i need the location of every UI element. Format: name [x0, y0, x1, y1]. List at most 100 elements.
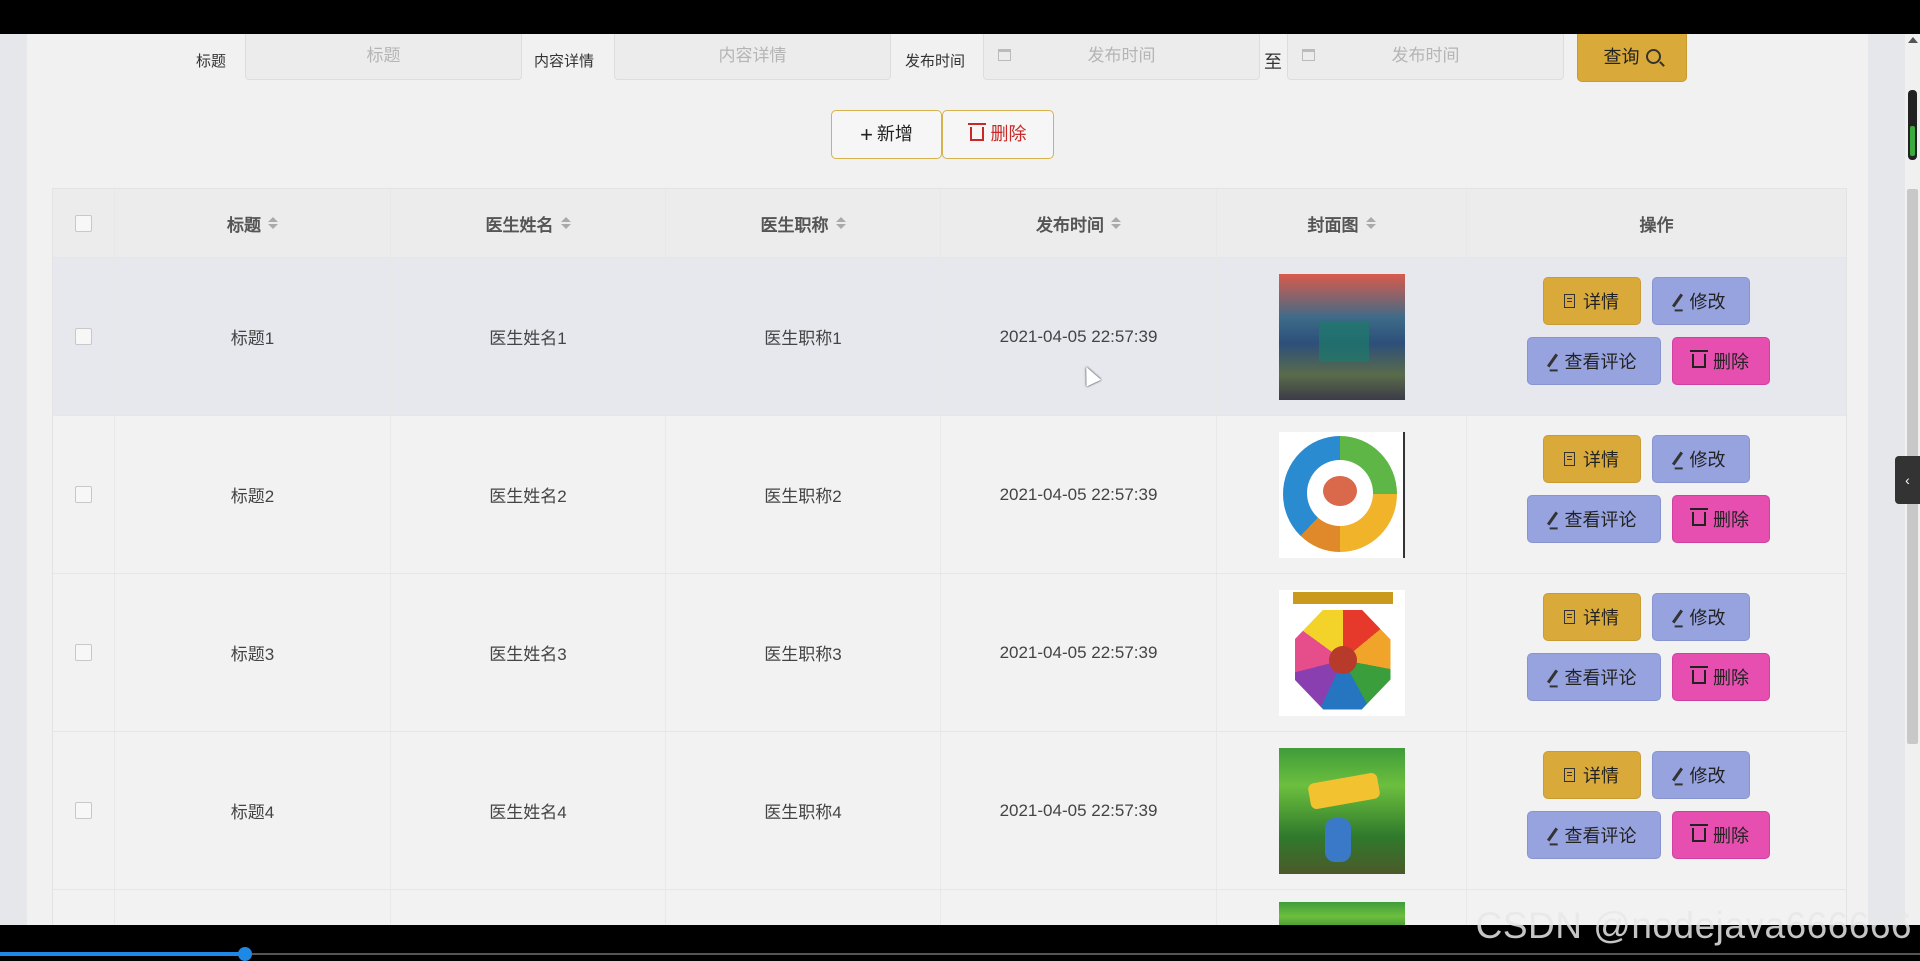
header-doctor-title[interactable]: 医生职称 [666, 189, 941, 257]
add-button[interactable]: + 新增 [831, 110, 942, 159]
header-cover[interactable]: 封面图 [1217, 189, 1467, 257]
sort-icon [268, 217, 278, 229]
cell-title: 标题4 [115, 732, 391, 889]
cover-image[interactable] [1278, 273, 1405, 400]
edit-button[interactable]: 修改 [1651, 592, 1750, 641]
row-select-cell [53, 258, 115, 415]
sort-icon [835, 217, 846, 229]
document-icon [1564, 609, 1575, 624]
header-title-label: 标题 [227, 215, 261, 235]
cell-doctor-title: 医生职称3 [666, 574, 941, 731]
cell-publish-time: 2021-04-05 22:57:39 [941, 574, 1217, 731]
header-select-cell [53, 189, 115, 257]
edit-button[interactable]: 修改 [1651, 750, 1750, 799]
side-collapse-tab[interactable]: ‹ [1895, 456, 1920, 504]
scroll-up-icon[interactable] [1908, 37, 1918, 43]
content-input[interactable]: 内容详情 [614, 34, 891, 80]
progress-bar[interactable] [0, 952, 246, 956]
query-button[interactable]: 查询 [1577, 34, 1687, 82]
header-doctor-name-label: 医生姓名 [485, 215, 554, 235]
edit-button[interactable]: 修改 [1651, 434, 1750, 483]
cover-image[interactable] [1278, 589, 1405, 716]
document-icon [1564, 451, 1575, 466]
cover-image[interactable] [1278, 431, 1405, 558]
range-separator: 至 [1264, 52, 1282, 72]
comments-label: 查看评论 [1564, 825, 1637, 846]
document-icon [1564, 767, 1575, 782]
data-table: 标题 医生姓名 医生职称 发布时间 封面图 操作 标题1 医生姓名1 医生职称1… [52, 188, 1847, 925]
view-comments-button[interactable]: 查看评论 [1526, 810, 1661, 859]
edit-button[interactable]: 修改 [1651, 276, 1750, 325]
delete-label: 删除 [990, 124, 1027, 144]
edit-label: 修改 [1689, 607, 1726, 628]
progress-knob[interactable] [238, 947, 252, 961]
publish-time-end-input[interactable]: 发布时间 [1287, 34, 1564, 80]
watermark: CSDN @nodejava666666 [1475, 905, 1912, 946]
cell-cover [1217, 574, 1467, 731]
detail-button[interactable]: 详情 [1542, 750, 1641, 799]
cell-title: 标题3 [115, 574, 391, 731]
remove-label: 删除 [1713, 509, 1749, 530]
header-actions: 操作 [1467, 189, 1846, 257]
pen-icon [1671, 451, 1683, 466]
pen-icon [1671, 767, 1683, 782]
detail-button[interactable]: 详情 [1542, 592, 1641, 641]
cell-doctor-name: 医生姓名1 [391, 258, 666, 415]
title-input[interactable]: 标题 [245, 34, 522, 80]
row-delete-button[interactable]: 删除 [1671, 494, 1770, 543]
cell-actions: 详情 修改 查看评论 删除 [1467, 258, 1846, 415]
publish-time-start-input[interactable]: 发布时间 [983, 34, 1260, 80]
header-publish-time[interactable]: 发布时间 [941, 189, 1217, 257]
calendar-icon [1302, 49, 1315, 61]
row-checkbox[interactable] [75, 328, 92, 345]
publish-time-end-placeholder: 发布时间 [1391, 46, 1460, 65]
view-comments-button[interactable]: 查看评论 [1526, 336, 1661, 385]
header-actions-label: 操作 [1639, 215, 1674, 235]
detail-label: 详情 [1583, 449, 1619, 470]
pen-icon [1671, 609, 1683, 624]
plus-icon: + [860, 122, 873, 147]
edit-label: 修改 [1689, 765, 1726, 786]
row-checkbox[interactable] [75, 802, 92, 819]
header-publish-time-label: 发布时间 [1036, 215, 1104, 235]
content-panel: 标题 标题 内容详情 内容详情 发布时间 发布时间 至 发布时间 查询 + 新增 … [27, 34, 1868, 925]
cell-doctor-title: 医生职称4 [666, 732, 941, 889]
row-checkbox[interactable] [75, 486, 92, 503]
cell-doctor-title: 医生职称2 [666, 416, 941, 573]
cell-cover [1217, 258, 1467, 415]
row-delete-button[interactable]: 删除 [1671, 810, 1770, 859]
detail-label: 详情 [1583, 607, 1619, 628]
cell-publish-time: 2021-04-05 22:57:39 [941, 258, 1217, 415]
cell-title: 标题2 [115, 416, 391, 573]
table-row: 标题2 医生姓名2 医生职称2 2021-04-05 22:57:39 详情 修… [53, 416, 1846, 574]
batch-delete-button[interactable]: 删除 [942, 110, 1054, 159]
progress-track[interactable] [246, 953, 1920, 955]
pen-icon [1546, 353, 1558, 368]
detail-button[interactable]: 详情 [1542, 434, 1641, 483]
edit-label: 修改 [1689, 291, 1726, 312]
cell-cover [1217, 890, 1467, 925]
header-title[interactable]: 标题 [115, 189, 391, 257]
row-checkbox[interactable] [75, 644, 92, 661]
view-comments-button[interactable]: 查看评论 [1526, 494, 1661, 543]
cell-actions: 详情 修改 查看评论 删除 [1467, 732, 1846, 889]
trash-icon [967, 123, 986, 141]
detail-button[interactable]: 详情 [1542, 276, 1641, 325]
comments-label: 查看评论 [1564, 509, 1637, 530]
select-all-checkbox[interactable] [75, 214, 92, 232]
cell-publish-time: 2021-04-05 22:57:39 [941, 732, 1217, 889]
header-doctor-name[interactable]: 医生姓名 [391, 189, 666, 257]
side-indicator [1908, 90, 1917, 160]
edit-label: 修改 [1689, 449, 1726, 470]
cover-image[interactable] [1278, 902, 1405, 925]
view-comments-button[interactable]: 查看评论 [1526, 652, 1661, 701]
cover-image[interactable] [1278, 747, 1405, 874]
row-delete-button[interactable]: 删除 [1671, 652, 1770, 701]
detail-label: 详情 [1583, 291, 1619, 312]
row-delete-button[interactable]: 删除 [1671, 336, 1770, 385]
publish-time-label: 发布时间 [905, 53, 966, 70]
sort-icon [560, 217, 571, 229]
sort-icon [1365, 217, 1376, 229]
sort-icon [1111, 217, 1121, 229]
table-row: 标题1 医生姓名1 医生职称1 2021-04-05 22:57:39 详情 修… [53, 258, 1846, 416]
